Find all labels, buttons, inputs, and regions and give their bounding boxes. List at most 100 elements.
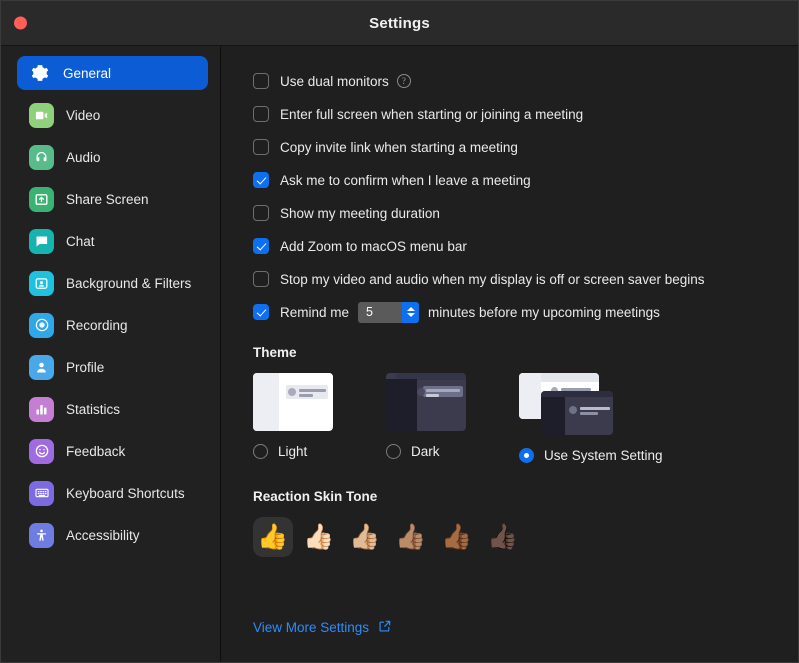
setting-label: Use dual monitors	[280, 73, 389, 89]
setting-label: Stop my video and audio when my display …	[280, 271, 705, 287]
view-more-settings-link[interactable]: View More Settings	[253, 619, 392, 636]
setting-label: Show my meeting duration	[280, 205, 440, 221]
checkbox[interactable]	[253, 205, 269, 221]
skin-tone-heading: Reaction Skin Tone	[253, 489, 378, 504]
sidebar-item-audio[interactable]: Audio	[17, 140, 208, 174]
theme-label: Dark	[411, 444, 440, 459]
dark-window-preview[interactable]	[386, 373, 466, 431]
sidebar-item-label: Profile	[66, 359, 105, 375]
setting-label: Ask me to confirm when I leave a meeting	[280, 172, 531, 188]
sidebar-item-label: Background & Filters	[66, 275, 192, 291]
setting-copy-invite-link[interactable]: Copy invite link when starting a meeting	[253, 136, 774, 158]
theme-radio-system-row[interactable]: Use System Setting	[519, 448, 663, 463]
skin-tone-medium[interactable]: 👍🏽	[391, 517, 431, 557]
window-body: General Video Audio Share Screen Chat Ba…	[1, 46, 798, 662]
record-circle-icon	[29, 312, 54, 338]
sidebar-item-feedback[interactable]: Feedback	[17, 434, 208, 468]
remind-label-after: minutes before my upcoming meetings	[428, 304, 660, 320]
skin-tone-medium-dark[interactable]: 👍🏾	[437, 517, 477, 557]
gear-icon	[29, 62, 51, 84]
sidebar-item-general[interactable]: General	[17, 56, 208, 90]
stepper-up-icon[interactable]	[406, 307, 415, 311]
video-camera-icon	[29, 102, 54, 128]
radio-button[interactable]	[253, 444, 268, 459]
share-screen-icon	[29, 186, 54, 212]
setting-remind-me[interactable]: Remind me 5 minutes before my upcoming m…	[253, 301, 774, 323]
headphones-icon	[29, 144, 54, 170]
checkbox[interactable]	[253, 106, 269, 122]
theme-label: Use System Setting	[544, 448, 663, 463]
window-title: Settings	[369, 14, 430, 32]
radio-button[interactable]	[386, 444, 401, 459]
view-more-settings-label: View More Settings	[253, 620, 370, 635]
checkbox[interactable]	[253, 172, 269, 188]
sidebar: General Video Audio Share Screen Chat Ba…	[1, 46, 221, 662]
sidebar-item-label: Feedback	[66, 443, 126, 459]
title-bar: Settings	[1, 1, 798, 46]
sidebar-item-video[interactable]: Video	[17, 98, 208, 132]
checkbox[interactable]	[253, 238, 269, 254]
sidebar-item-statistics[interactable]: Statistics	[17, 392, 208, 426]
light-window-preview[interactable]	[253, 373, 333, 431]
setting-show-meeting-duration[interactable]: Show my meeting duration	[253, 202, 774, 224]
skin-tone-dark[interactable]: 👍🏿	[483, 517, 523, 557]
settings-window: Settings General Video Audio Share Scree…	[0, 0, 799, 663]
setting-ask-confirm-leave[interactable]: Ask me to confirm when I leave a meeting	[253, 169, 774, 191]
setting-add-zoom-menu-bar[interactable]: Add Zoom to macOS menu bar	[253, 235, 774, 257]
theme-options: Light Dark Use System Setting	[253, 373, 774, 463]
setting-label: Copy invite link when starting a meeting	[280, 139, 518, 155]
checkbox[interactable]	[253, 73, 269, 89]
skin-tone-medium-light[interactable]: 👍🏼	[345, 517, 385, 557]
theme-option-dark[interactable]: Dark	[386, 373, 519, 463]
sidebar-item-profile[interactable]: Profile	[17, 350, 208, 384]
setting-label: Add Zoom to macOS menu bar	[280, 238, 467, 254]
setting-stop-video-audio-display-off[interactable]: Stop my video and audio when my display …	[253, 268, 774, 290]
sidebar-item-recording[interactable]: Recording	[17, 308, 208, 342]
sidebar-item-background-filters[interactable]: Background & Filters	[17, 266, 208, 300]
radio-button[interactable]	[519, 448, 534, 463]
keyboard-icon	[29, 480, 54, 506]
sidebar-item-label: Accessibility	[66, 527, 140, 543]
remind-label-before: Remind me	[280, 304, 350, 320]
sidebar-item-chat[interactable]: Chat	[17, 224, 208, 258]
close-button[interactable]	[14, 16, 27, 30]
checkbox[interactable]	[253, 139, 269, 155]
chat-bubble-icon	[29, 228, 54, 254]
help-icon[interactable]: ?	[396, 74, 411, 88]
stepper-buttons[interactable]	[402, 301, 420, 323]
settings-content: Use dual monitors ? Enter full screen wh…	[221, 46, 798, 662]
minutes-stepper[interactable]: 5	[358, 301, 420, 323]
sidebar-item-label: Keyboard Shortcuts	[66, 485, 185, 501]
sidebar-item-label: Video	[66, 107, 101, 123]
sidebar-item-keyboard-shortcuts[interactable]: Keyboard Shortcuts	[17, 476, 208, 510]
theme-option-light[interactable]: Light	[253, 373, 386, 463]
theme-option-system[interactable]: Use System Setting	[519, 373, 663, 463]
setting-enter-full-screen[interactable]: Enter full screen when starting or joini…	[253, 103, 774, 125]
skin-tone-options: 👍 👍🏻 👍🏼 👍🏽 👍🏾 👍🏿	[253, 517, 774, 557]
sidebar-item-label: General	[63, 65, 112, 81]
stepper-down-icon[interactable]	[406, 313, 415, 317]
theme-radio-light-row[interactable]: Light	[253, 444, 386, 459]
setting-use-dual-monitors[interactable]: Use dual monitors ?	[253, 70, 774, 92]
bar-chart-icon	[29, 396, 54, 422]
person-icon	[29, 354, 54, 380]
sidebar-item-accessibility[interactable]: Accessibility	[17, 518, 208, 552]
skin-tone-light[interactable]: 👍🏻	[299, 517, 339, 557]
system-window-preview[interactable]	[519, 373, 613, 435]
theme-heading: Theme	[253, 345, 297, 360]
sidebar-item-share-screen[interactable]: Share Screen	[17, 182, 208, 216]
sidebar-item-label: Audio	[66, 149, 101, 165]
sidebar-item-label: Recording	[66, 317, 128, 333]
theme-label: Light	[278, 444, 308, 459]
sidebar-item-label: Statistics	[66, 401, 121, 417]
checkbox[interactable]	[253, 304, 269, 320]
external-link-icon	[378, 619, 392, 636]
smiley-face-icon	[29, 438, 54, 464]
accessibility-icon	[29, 522, 54, 548]
checkbox[interactable]	[253, 271, 269, 287]
minutes-input[interactable]: 5	[358, 301, 403, 323]
skin-tone-default[interactable]: 👍	[253, 517, 293, 557]
sidebar-item-label: Share Screen	[66, 191, 149, 207]
sidebar-item-label: Chat	[66, 233, 95, 249]
theme-radio-dark-row[interactable]: Dark	[386, 444, 519, 459]
